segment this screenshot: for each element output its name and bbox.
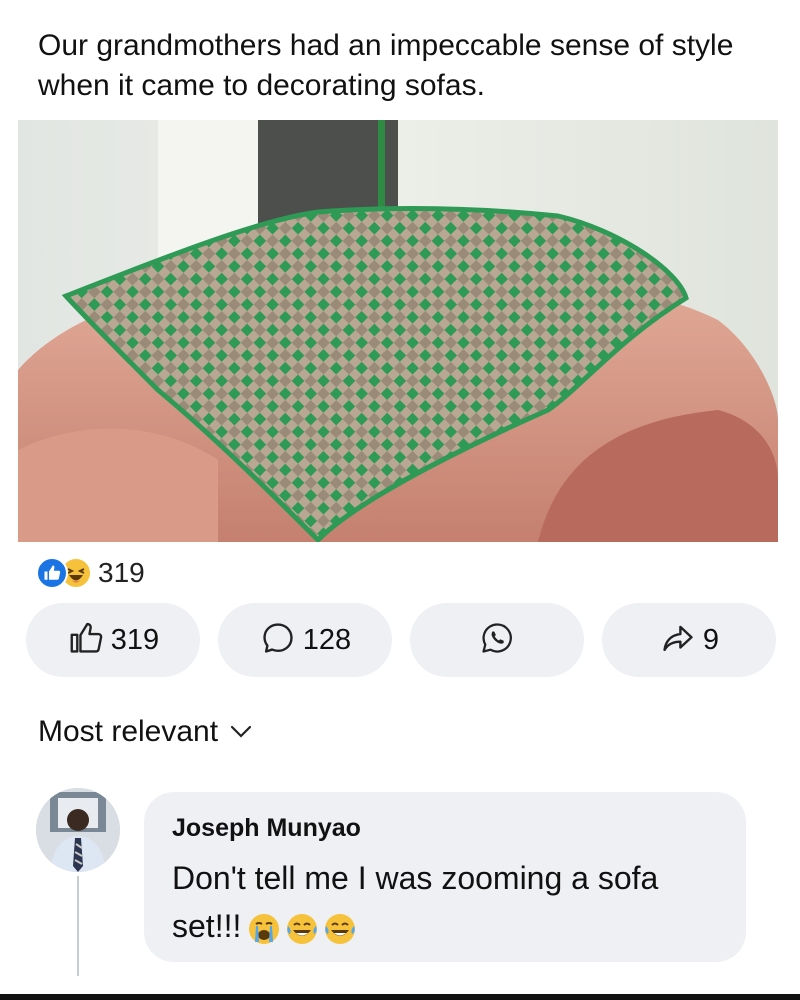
crying-face-icon bbox=[249, 913, 280, 944]
share-button[interactable]: 9 bbox=[602, 603, 776, 677]
sort-label: Most relevant bbox=[38, 715, 219, 748]
share-arrow-icon bbox=[659, 619, 697, 662]
sofa-crochet-illustration bbox=[18, 120, 778, 542]
comment-icon bbox=[259, 619, 297, 662]
comment-emojis bbox=[243, 912, 357, 946]
comment-sort-dropdown[interactable]: Most relevant bbox=[38, 712, 252, 752]
comment-count: 128 bbox=[302, 623, 352, 656]
thread-line bbox=[77, 876, 79, 976]
like-count: 319 bbox=[110, 623, 160, 656]
comment-text: Don't tell me I was zooming a sofa set!!… bbox=[172, 854, 732, 950]
post-caption: Our grandmothers had an impeccable sense… bbox=[38, 29, 734, 102]
like-button[interactable]: 319 bbox=[26, 603, 200, 677]
whatsapp-share-button[interactable] bbox=[410, 603, 584, 677]
action-bar: 319 128 9 bbox=[26, 603, 776, 677]
reactions-summary[interactable]: 319 bbox=[36, 556, 145, 590]
bottom-edge-bar bbox=[0, 994, 800, 1000]
chevron-down-icon bbox=[230, 725, 252, 744]
thumbs-up-icon bbox=[67, 619, 105, 662]
commenter-avatar[interactable] bbox=[36, 788, 120, 872]
tears-of-joy-icon bbox=[287, 913, 318, 944]
comment-button[interactable]: 128 bbox=[218, 603, 392, 677]
reaction-count: 319 bbox=[98, 557, 145, 588]
share-count: 9 bbox=[702, 623, 720, 656]
whatsapp-icon bbox=[479, 620, 515, 661]
comment-bubble[interactable]: Joseph Munyao Don't tell me I was zoomin… bbox=[144, 792, 746, 962]
like-icon bbox=[36, 557, 68, 589]
comment-author[interactable]: Joseph Munyao bbox=[172, 814, 361, 843]
post-photo[interactable] bbox=[18, 120, 778, 542]
tears-of-joy-icon bbox=[325, 913, 356, 944]
